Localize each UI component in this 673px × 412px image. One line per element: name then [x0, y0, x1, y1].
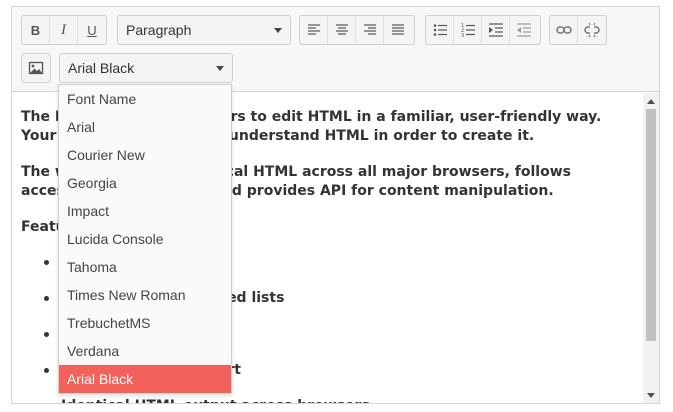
font-option-georgia[interactable]: Georgia [59, 169, 231, 197]
ordered-list-icon: 123 [461, 23, 475, 38]
font-option-tahoma[interactable]: Tahoma [59, 253, 231, 281]
block-format-value: Paragraph [126, 22, 192, 38]
unordered-list-button[interactable] [426, 16, 454, 44]
font-name-value: Arial Black [68, 60, 135, 76]
font-name-select[interactable]: Arial Black [59, 53, 233, 83]
link-group [549, 15, 607, 45]
alignment-group [299, 15, 415, 45]
align-center-button[interactable] [328, 16, 356, 44]
bold-icon: B [30, 22, 41, 38]
outdent-icon [517, 23, 531, 37]
align-justify-icon [392, 24, 404, 35]
font-option-courier-new[interactable]: Courier New [59, 141, 231, 169]
insert-link-button[interactable] [550, 16, 578, 44]
insert-image-button[interactable] [22, 54, 50, 82]
align-right-button[interactable] [356, 16, 384, 44]
ordered-list-button[interactable]: 123 [454, 16, 482, 44]
font-option-font-name[interactable]: Font Name [59, 85, 231, 113]
link-icon [555, 26, 572, 34]
align-left-icon [307, 24, 320, 35]
underline-icon: U [87, 22, 97, 38]
vertical-scrollbar[interactable] [643, 93, 659, 403]
align-right-icon [363, 24, 376, 35]
outdent-button[interactable] [510, 16, 538, 44]
unlink-icon [584, 22, 600, 38]
italic-icon: I [61, 21, 66, 38]
indent-button[interactable] [482, 16, 510, 44]
block-format-select[interactable]: Paragraph [117, 15, 291, 45]
chevron-down-icon [274, 27, 282, 33]
indent-icon [488, 23, 503, 37]
font-option-times-new-roman[interactable]: Times New Roman [59, 281, 231, 309]
align-left-button[interactable] [300, 16, 328, 44]
underline-button[interactable]: U [78, 16, 106, 44]
font-option-verdana[interactable]: Verdana [59, 337, 231, 365]
svg-text:3: 3 [461, 33, 464, 38]
insert-image-icon [28, 61, 44, 75]
align-center-icon [335, 24, 348, 35]
list-group: 123 [425, 15, 541, 45]
scroll-down-arrow-icon[interactable] [647, 393, 655, 398]
image-group [21, 53, 51, 83]
align-justify-button[interactable] [384, 16, 412, 44]
scrollbar-thumb[interactable] [646, 109, 656, 341]
font-option-arial[interactable]: Arial [59, 113, 231, 141]
text-style-group: B I U [21, 15, 107, 45]
font-option-lucida-console[interactable]: Lucida Console [59, 225, 231, 253]
editor-toolbar: B I U Paragraph 1 2 3 Arial Black [12, 7, 659, 92]
scroll-up-arrow-icon[interactable] [647, 99, 655, 104]
font-name-dropdown: Font Name Arial Courier New Georgia Impa… [58, 84, 232, 394]
bold-button[interactable]: B [22, 16, 50, 44]
italic-button[interactable]: I [50, 16, 78, 44]
unordered-list-icon [433, 24, 447, 36]
font-option-trebuchetms[interactable]: TrebuchetMS [59, 309, 231, 337]
chevron-down-icon [216, 65, 224, 71]
unlink-button[interactable] [578, 16, 606, 44]
font-option-impact[interactable]: Impact [59, 197, 231, 225]
font-option-arial-black[interactable]: Arial Black [59, 365, 231, 393]
